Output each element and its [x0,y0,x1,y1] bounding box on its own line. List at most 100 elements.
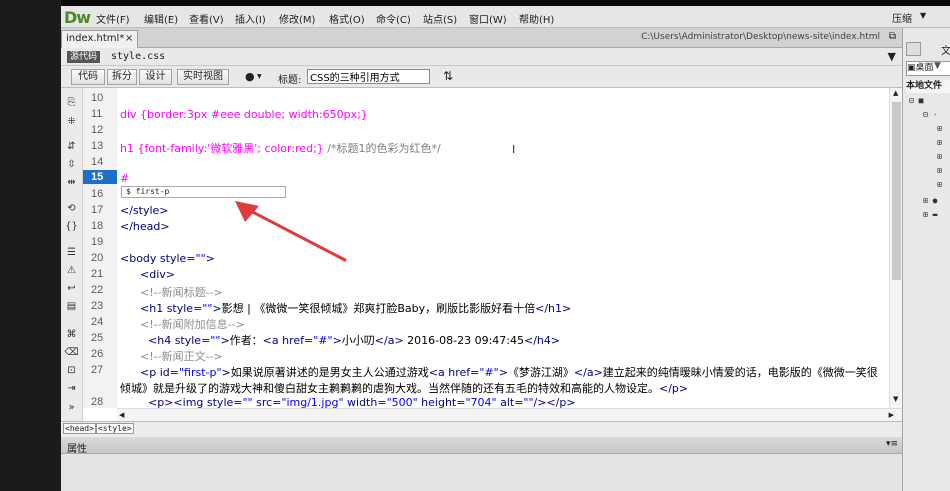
line-numbers-icon[interactable]: ☰ [64,246,79,259]
remove-comment-icon[interactable]: ⌫ [64,346,79,359]
braces-icon[interactable]: {} [64,220,79,233]
text: 如果说原著讲述的是男女主人公通过游戏 [230,366,429,379]
title-input[interactable] [307,69,430,84]
title-label: 标题: [278,75,302,86]
indent-icon[interactable]: ⇥ [64,382,79,395]
highlight-invalid-icon[interactable]: ⚠ [64,264,79,277]
close-icon[interactable]: × [125,33,133,44]
files-tab[interactable]: 文 [941,42,950,57]
code-area[interactable]: div {border:3px #eee double; width:650px… [117,88,889,408]
split-view-button[interactable]: 拆分 [107,69,137,85]
tree-expand-icon[interactable]: ⊞ [937,180,942,189]
syntax-coloring-icon[interactable]: ▤ [64,300,79,313]
word-wrap-icon[interactable]: ↩ [64,282,79,295]
arrow-head [235,201,259,222]
css-property: font-family: [144,142,208,155]
scroll-right-icon[interactable]: ▶ [889,411,894,419]
tree-collapse-icon[interactable]: ⊟ ■ [909,96,923,105]
sort-icon[interactable]: ⇅ [443,69,453,83]
attr-value: "" [242,396,253,408]
code-line-24: <!--新闻附加信息--> [140,316,245,332]
line-number: 27 [91,364,104,376]
tree-expand-icon[interactable]: ⊞ [937,124,942,133]
related-file-style-css[interactable]: style.css [111,51,165,62]
menu-help[interactable]: 帮助(H) [519,11,554,26]
line-number: 26 [91,348,104,360]
filter-icon[interactable]: ▼ [888,50,896,63]
expand-all-icon[interactable]: ⇵ [64,140,79,153]
filter-icon[interactable]: ▼ [934,61,941,71]
open-documents-icon[interactable]: ⎘ [64,96,79,109]
code-editor[interactable]: ⎘ ⁜ ⇵ ⇳ ⇹ ⟲ {} ☰ ⚠ ↩ ▤ ⌘ ⌫ ⊡ ⇥ » 10 11 1… [61,88,902,421]
properties-title: 属性 [67,444,87,455]
attr-value: "#" [313,334,333,347]
line-number: 16 [91,188,104,200]
code-line-15: # [120,172,129,185]
location-dropdown[interactable]: ▣桌面 [906,61,950,76]
attr-value: "" [195,252,206,265]
restore-window-icon[interactable]: ⧉ [889,31,896,42]
line-number: 21 [91,268,104,280]
menu-modify[interactable]: 修改(M) [279,11,315,26]
tag: > [205,252,215,265]
horizontal-scrollbar[interactable]: ◀ ▶ [117,408,902,421]
tree-expand-icon[interactable]: ⊞ [937,152,942,161]
scroll-down-icon[interactable]: ▼ [893,395,898,403]
attr-value: "" [523,396,534,408]
tag-style[interactable]: <style> [95,423,134,434]
scroll-left-icon[interactable]: ◀ [119,411,124,419]
design-view-button[interactable]: 设计 [139,69,172,85]
menu-view[interactable]: 查看(V) [189,11,224,26]
code-hint-popup[interactable]: $ first-p [121,186,286,198]
tab-index-html[interactable]: index.html* × [61,30,138,48]
tag: <h4 [148,334,175,347]
tree-expand-icon[interactable]: ⊞ ● [923,196,937,205]
tag: /></p> [533,396,576,408]
tag: </h1> [535,302,572,315]
tag: <a [262,334,283,347]
tree-expand-icon[interactable]: ⊞ [937,166,942,175]
vertical-scrollbar[interactable]: ▲ ▼ [889,88,902,408]
collapse-selection-icon[interactable]: ⇳ [64,158,79,171]
balance-braces-icon[interactable]: ⟲ [64,202,79,215]
tree-folder-icon[interactable]: ⊞ ▬ [923,210,937,219]
live-view-button[interactable]: 实时视图 [177,69,229,85]
workspace-switcher[interactable]: 压缩 ▼ [882,6,950,28]
tag: </head> [120,220,170,233]
apply-comment-icon[interactable]: ⌘ [64,328,79,341]
dw-logo: Dw [64,8,91,27]
tag: </h4> [524,334,561,347]
menu-site[interactable]: 站点(S) [423,11,457,26]
code-view-button[interactable]: 代码 [71,69,105,85]
tree-expand-icon[interactable]: ⊞ [937,138,942,147]
source-code-button[interactable]: 源代码 [67,51,101,63]
tag: <p [140,366,160,379]
chevron-down-icon[interactable]: ▼ [257,73,262,80]
menu-commands[interactable]: 命令(C) [376,11,411,26]
properties-header[interactable]: 属性 ▾≡ [61,437,902,455]
collapse-tag-icon[interactable]: ⁜ [64,115,79,128]
tag: <body [120,252,160,265]
menu-file[interactable]: 文件(F) [96,11,130,26]
html-comment: <!--新闻正文--> [140,350,223,363]
menu-window[interactable]: 窗口(W) [469,11,507,26]
code-line-21: <div> [140,268,175,281]
wrap-tag-icon[interactable]: ⊡ [64,364,79,377]
more-icon[interactable]: » [64,401,79,414]
scroll-up-icon[interactable]: ▲ [893,89,898,97]
scroll-thumb[interactable] [892,102,901,280]
panel-button[interactable] [906,42,921,56]
menu-insert[interactable]: 插入(I) [235,11,266,26]
tree-collapse-icon[interactable]: ⊟ · [923,110,937,119]
local-files-header: 本地文件 [906,80,950,93]
menu-edit[interactable]: 编辑(E) [144,11,178,26]
code-line-27-wrap: 倾城》就是升级了的游戏大神和傻白甜女主鹣鹣鹣的虐狗大戏。当然伴随的还有五毛的特效… [120,380,688,396]
tag: > [212,302,222,315]
menu-format[interactable]: 格式(O) [329,11,365,26]
tag-head[interactable]: <head> [63,423,96,434]
globe-icon[interactable]: ● [245,70,255,83]
select-parent-tag-icon[interactable]: ⇹ [64,176,79,189]
code-line-13: h1 {font-family:'微软雅黑'; color:red;} /*标题… [120,140,441,156]
css-comment: /*标题1的色彩为红色*/ [323,142,441,155]
panel-menu-icon[interactable]: ▾≡ [886,439,898,449]
